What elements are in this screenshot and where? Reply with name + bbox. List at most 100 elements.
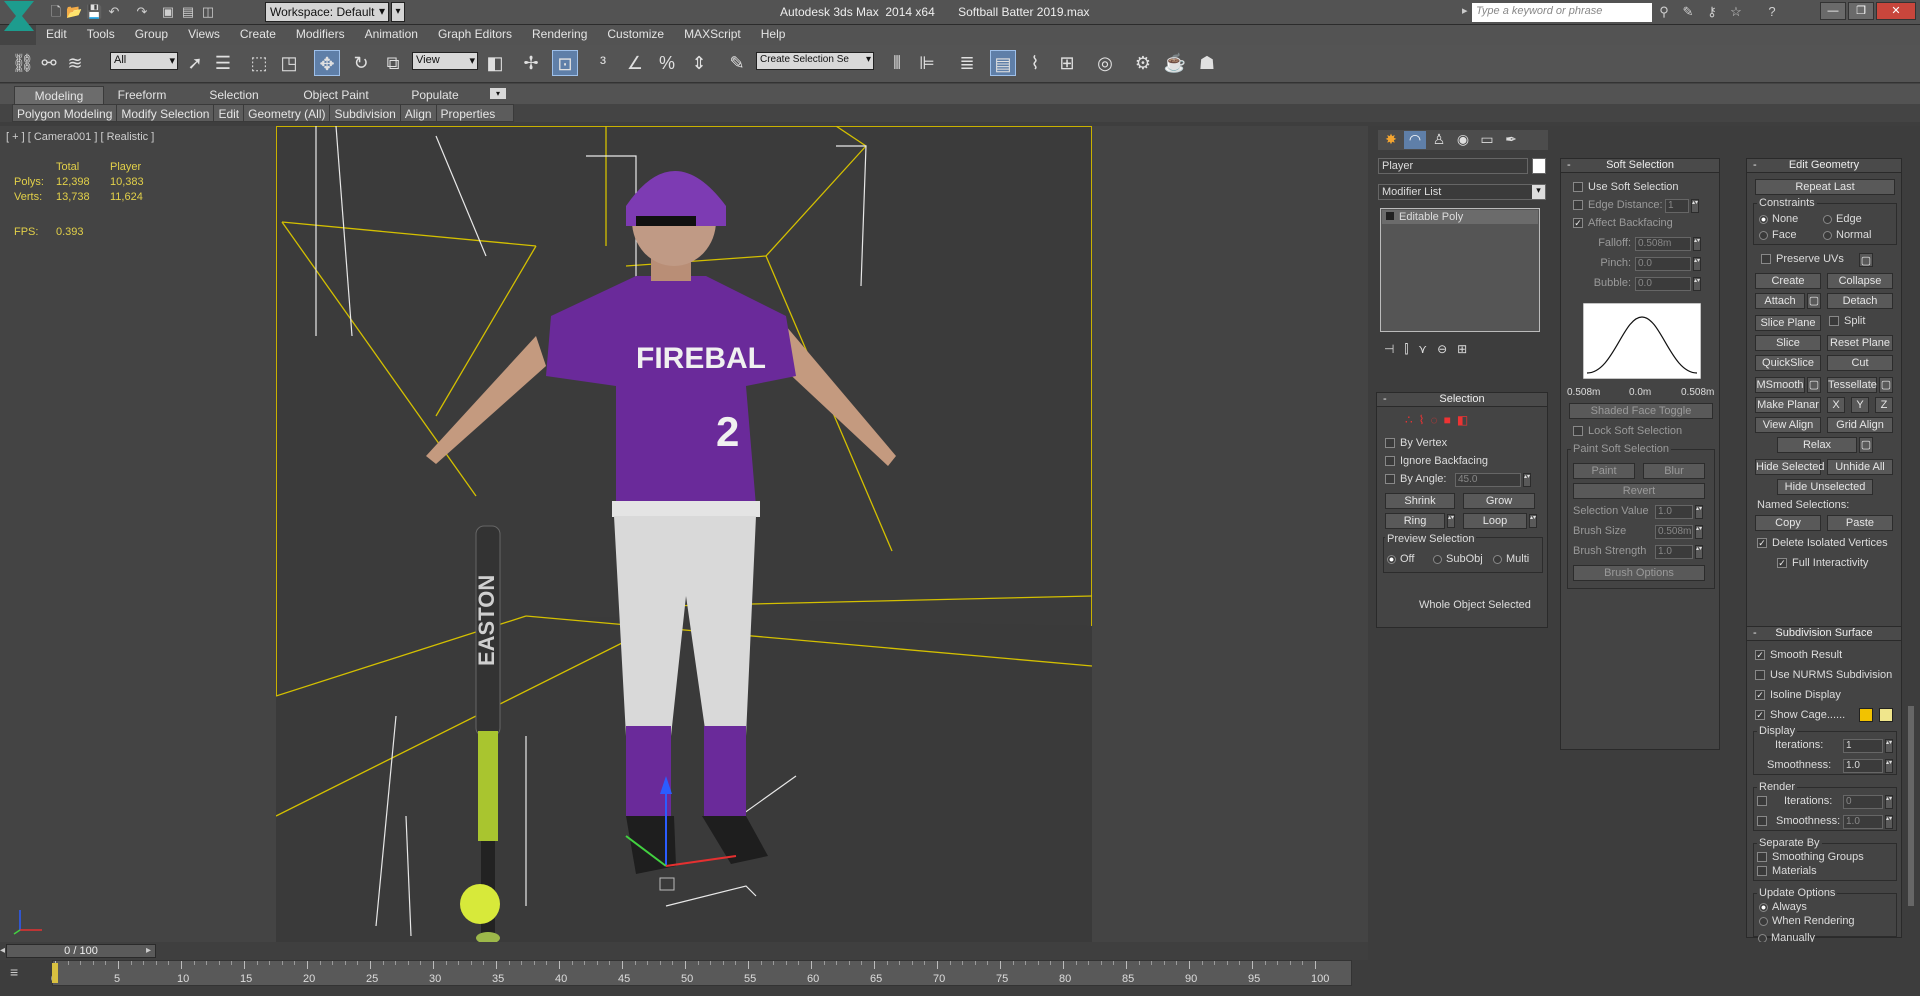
bubble-spinner[interactable]: 0.0	[1635, 277, 1691, 291]
menu-rendering[interactable]: Rendering	[522, 25, 597, 41]
menu-graph-editors[interactable]: Graph Editors	[428, 25, 522, 41]
by-angle-checkbox[interactable]: By Angle:	[1385, 473, 1446, 485]
selection-filter-dropdown[interactable]: All	[110, 52, 178, 70]
use-soft-selection-checkbox[interactable]: Use Soft Selection	[1573, 181, 1679, 193]
display-smoothness-arrows[interactable]: ▴▾	[1885, 759, 1893, 773]
element-level-icon[interactable]: ◧	[1457, 413, 1474, 427]
display-iterations-arrows[interactable]: ▴▾	[1885, 739, 1893, 753]
render-production-icon[interactable]: ☗	[1194, 50, 1220, 76]
constraint-edge-radio[interactable]: Edge	[1823, 213, 1862, 225]
render-iterations-checkbox[interactable]: Iterations:	[1757, 795, 1832, 807]
time-slider[interactable]: 0 / 100	[6, 944, 156, 958]
bubble-arrows[interactable]: ▴▾	[1693, 277, 1701, 291]
hold-icon[interactable]: ▣	[160, 4, 176, 20]
app-logo-icon[interactable]	[4, 1, 34, 31]
curve-editor-icon[interactable]: ⌇	[1022, 50, 1048, 76]
attach-button[interactable]: Attach	[1755, 293, 1805, 309]
affect-backfacing-checkbox[interactable]: Affect Backfacing	[1573, 217, 1673, 229]
brush-size-arrows[interactable]: ▴▾	[1695, 525, 1703, 539]
spinner-snap-icon[interactable]: ⇕	[686, 50, 712, 76]
pivot-center-icon[interactable]: ◧	[482, 50, 508, 76]
preview-off-radio[interactable]: Off	[1387, 553, 1414, 565]
menu-group[interactable]: Group	[125, 25, 178, 41]
edit-named-selection-icon[interactable]: ✎	[724, 50, 750, 76]
render-iterations-spinner[interactable]: 0	[1843, 795, 1883, 809]
border-level-icon[interactable]: ◌	[1431, 413, 1444, 427]
camera-viewport[interactable]: [ + ] [ Camera001 ] [ Realistic ] Total …	[0, 126, 1368, 942]
hide-selected-button[interactable]: Hide Selected	[1755, 459, 1825, 475]
expand-search-icon[interactable]: ▸	[1462, 4, 1468, 17]
lock-soft-selection-checkbox[interactable]: Lock Soft Selection	[1573, 425, 1682, 437]
select-by-name-icon[interactable]: ☰	[210, 50, 236, 76]
planar-y-button[interactable]: Y	[1851, 397, 1869, 413]
use-nurms-checkbox[interactable]: Use NURMS Subdivision	[1755, 669, 1892, 681]
angle-snap-icon[interactable]: ∠	[622, 50, 648, 76]
constraint-face-radio[interactable]: Face	[1759, 229, 1796, 241]
project-folder-icon[interactable]: ◫	[200, 4, 216, 20]
copy-button[interactable]: Copy	[1755, 515, 1821, 531]
brush-options-button[interactable]: Brush Options	[1573, 565, 1705, 581]
brush-size-spinner[interactable]: 0.508m	[1655, 525, 1693, 539]
slider-right-arrow-icon[interactable]: ▸	[146, 945, 151, 956]
select-and-move-icon[interactable]: ✥	[314, 50, 340, 76]
schematic-view-icon[interactable]: ⊞	[1054, 50, 1080, 76]
falloff-arrows[interactable]: ▴▾	[1693, 237, 1701, 251]
loop-button[interactable]: Loop	[1463, 513, 1527, 529]
tab-object-paint[interactable]: Object Paint	[294, 86, 378, 104]
select-and-scale-icon[interactable]: ⧉	[380, 50, 406, 76]
communication-center-icon[interactable]: ⚷	[1704, 4, 1720, 20]
selection-value-arrows[interactable]: ▴▾	[1695, 505, 1703, 519]
paint-button[interactable]: Paint	[1573, 463, 1635, 479]
ribbon-options-icon[interactable]: ▾	[490, 88, 506, 99]
unhide-all-button[interactable]: Unhide All	[1827, 459, 1893, 475]
loop-arrows[interactable]: ▴▾	[1529, 514, 1537, 528]
tessellate-settings-icon[interactable]: ▢	[1879, 377, 1893, 393]
brush-strength-arrows[interactable]: ▴▾	[1695, 545, 1703, 559]
view-align-button[interactable]: View Align	[1755, 417, 1821, 433]
render-setup-icon[interactable]: ⚙	[1130, 50, 1156, 76]
update-when-rendering-radio[interactable]: When Rendering	[1759, 915, 1855, 927]
rendered-frame-window-icon[interactable]: ☕	[1162, 50, 1188, 76]
utilities-tab-icon[interactable]: ✒	[1500, 131, 1522, 149]
configure-sets-icon[interactable]: ⊞	[1457, 342, 1477, 356]
modifier-list-arrow-icon[interactable]: ▾	[1532, 185, 1545, 199]
save-file-icon[interactable]: 💾	[86, 4, 102, 20]
keyboard-shortcut-override-icon[interactable]: ⊡	[552, 50, 578, 76]
new-file-icon[interactable]: 🗋	[48, 4, 64, 20]
relax-button[interactable]: Relax	[1777, 437, 1857, 453]
panel-subdivision[interactable]: Subdivision	[330, 105, 401, 123]
display-iterations-spinner[interactable]: 1	[1843, 739, 1883, 753]
by-angle-arrows[interactable]: ▴▾	[1523, 473, 1531, 487]
render-smoothness-arrows[interactable]: ▴▾	[1885, 815, 1893, 829]
object-color-swatch[interactable]	[1532, 158, 1546, 174]
menu-tools[interactable]: Tools	[77, 25, 125, 41]
mini-curve-editor-icon[interactable]: ≡	[10, 964, 18, 980]
subscription-icon[interactable]: ✎	[1680, 4, 1696, 20]
tab-selection[interactable]: Selection	[198, 86, 270, 104]
panel-align[interactable]: Align	[401, 105, 437, 123]
tessellate-button[interactable]: Tessellate	[1827, 377, 1877, 393]
favorites-icon[interactable]: ☆	[1728, 4, 1744, 20]
tab-freeform[interactable]: Freeform	[108, 86, 176, 104]
binoculars-icon[interactable]: ⚲	[1656, 4, 1672, 20]
scene-render[interactable]: EASTON FIREBAL 2	[276, 126, 1092, 942]
edge-distance-spinner[interactable]: 1	[1665, 199, 1689, 213]
window-crossing-icon[interactable]: ◳	[276, 50, 302, 76]
constraint-normal-radio[interactable]: Normal	[1823, 229, 1871, 241]
workspace-dropdown[interactable]: Workspace: Default	[265, 2, 389, 22]
undo-icon[interactable]: ↶	[106, 4, 122, 20]
selection-value-spinner[interactable]: 1.0	[1655, 505, 1693, 519]
update-always-radio[interactable]: Always	[1759, 901, 1807, 913]
quickslice-button[interactable]: QuickSlice	[1755, 355, 1821, 371]
stack-item-editable-poly[interactable]: Editable Poly	[1382, 210, 1538, 224]
selection-rollout-header[interactable]: Selection	[1377, 393, 1547, 407]
smoothing-groups-checkbox[interactable]: Smoothing Groups	[1757, 851, 1864, 863]
select-and-rotate-icon[interactable]: ↻	[348, 50, 374, 76]
make-planar-button[interactable]: Make Planar	[1755, 397, 1821, 413]
bind-space-warp-icon[interactable]: ≋	[62, 50, 88, 76]
vertex-level-icon[interactable]: ∴	[1405, 413, 1419, 427]
mirror-icon[interactable]: ⫴	[884, 50, 910, 76]
blur-button[interactable]: Blur	[1643, 463, 1705, 479]
slider-left-arrow-icon[interactable]: ◂	[0, 945, 5, 956]
by-vertex-checkbox[interactable]: By Vertex	[1385, 437, 1447, 449]
